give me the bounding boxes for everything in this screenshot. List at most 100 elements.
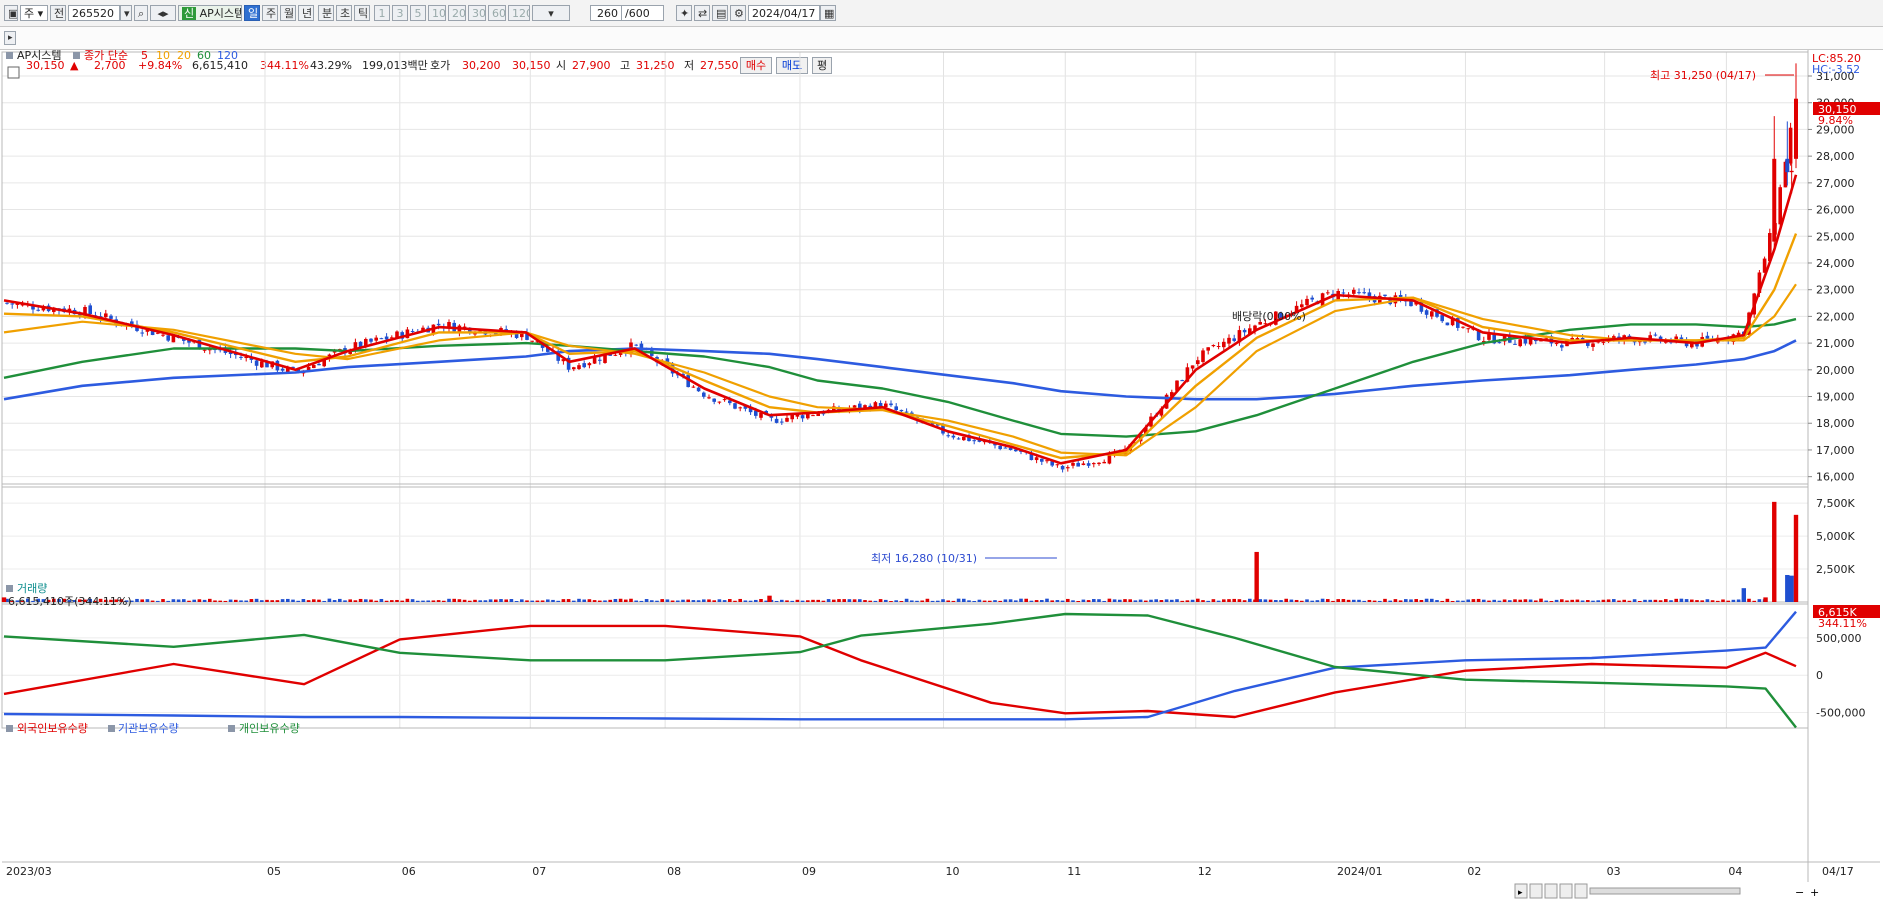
volume-bar — [1346, 599, 1351, 602]
scroll-prev-icon[interactable] — [1544, 883, 1558, 899]
candle-body — [1300, 304, 1304, 308]
gear-icon[interactable]: ⚙ — [730, 5, 746, 21]
candle-body — [530, 340, 534, 342]
x-tick-label: 03 — [1607, 865, 1621, 878]
volume-bar — [1414, 599, 1418, 602]
volume-bar — [202, 599, 207, 602]
tab-period-tick[interactable]: 틱 — [354, 5, 370, 21]
code-dropdown-icon[interactable]: ▾ — [120, 5, 132, 21]
search-icon[interactable]: ⌕ — [134, 5, 148, 21]
tab-period-week[interactable]: 주 — [262, 5, 278, 21]
prev-next-icon[interactable]: ◂▸ — [150, 5, 176, 21]
market-select[interactable]: 주 ▾ — [20, 5, 48, 21]
volume-bar — [395, 599, 399, 602]
price-tick-label: 26,000 — [1816, 204, 1855, 217]
volume-bar — [1003, 599, 1008, 602]
volume-bar — [1606, 599, 1611, 602]
tab-period-day[interactable]: 일 — [244, 5, 260, 21]
interval-120[interactable]: 120 — [508, 5, 530, 21]
volume-bar — [239, 600, 243, 602]
chart-grid — [2, 52, 1808, 728]
volume-bar — [624, 599, 628, 602]
volume-bar — [1388, 600, 1392, 602]
max-note: 최고 31,250 (04/17) — [1650, 69, 1756, 82]
volume-bar — [525, 600, 529, 602]
volume-bar — [452, 598, 456, 602]
interval-3[interactable]: 3 — [392, 5, 408, 21]
candle-body — [894, 406, 898, 411]
date-input[interactable]: 2024/04/17 — [748, 5, 820, 21]
volume-bar — [670, 600, 675, 602]
candle-body — [260, 361, 264, 368]
volume-bar — [889, 601, 893, 602]
x-tick-label: 04 — [1728, 865, 1742, 878]
volume-bar — [962, 598, 966, 602]
candle-body — [1055, 464, 1060, 466]
interval-5[interactable]: 5 — [410, 5, 426, 21]
candle-body — [1305, 298, 1309, 306]
candle-body — [587, 363, 592, 366]
layout-icon[interactable]: ▣ — [4, 5, 18, 21]
scroll-next-icon[interactable] — [1574, 883, 1588, 899]
volume-bar — [1383, 598, 1387, 602]
volume-bar — [1721, 599, 1725, 602]
panel-frame — [1, 483, 1809, 605]
candle-body — [712, 398, 716, 402]
stock-name-box[interactable]: 신 AP시스템 — [178, 5, 242, 21]
interval-1[interactable]: 1 — [374, 5, 390, 21]
compare-icon[interactable]: ⇄ — [694, 5, 710, 21]
tab-period-second[interactable]: 초 — [336, 5, 352, 21]
volume-bar — [462, 599, 467, 602]
volume-bar — [338, 598, 342, 602]
scroll-stop-icon[interactable] — [1559, 883, 1573, 899]
hc-label: HC:-3.52 — [1812, 63, 1860, 76]
calendar-icon[interactable]: ▦ — [820, 5, 836, 21]
tab-period-minute[interactable]: 분 — [318, 5, 334, 21]
scroll-first-icon[interactable] — [1529, 883, 1543, 899]
zoom-slider[interactable] — [1589, 887, 1741, 895]
candle-body — [899, 409, 904, 412]
panel-frame — [1, 601, 1809, 729]
candle-body — [161, 334, 165, 336]
panel-settings-icon[interactable] — [7, 66, 20, 79]
price-tick-label: 25,000 — [1816, 230, 1855, 243]
volume-bar — [1362, 600, 1366, 602]
volume-bar — [254, 598, 259, 602]
interval-custom-dropdown[interactable]: ▾ — [532, 5, 570, 21]
save-icon[interactable]: ▤ — [712, 5, 728, 21]
scroll-left-glyph: ▸ — [1518, 888, 1523, 898]
interval-10[interactable]: 10 — [428, 5, 446, 21]
zoom-minus-icon[interactable]: − — [1795, 886, 1804, 899]
volume-bar — [1237, 599, 1242, 602]
volume-bar — [717, 599, 722, 602]
volume-bar — [1242, 600, 1247, 602]
volume-bar — [166, 600, 170, 602]
volume-bar — [618, 598, 623, 602]
candle-body — [410, 331, 415, 333]
count-input[interactable]: 260 — [590, 5, 622, 21]
x-tick-label: 2024/01 — [1337, 865, 1383, 878]
interval-20[interactable]: 20 — [448, 5, 466, 21]
volume-bar — [561, 599, 566, 602]
jeon-button[interactable]: 전 — [50, 5, 66, 21]
volume-bar — [946, 600, 950, 602]
code-input[interactable]: 265520 — [68, 5, 120, 21]
interval-30[interactable]: 30 — [468, 5, 486, 21]
legend-individual: 개인보유수량 — [239, 722, 300, 735]
volume-bar — [1175, 599, 1179, 602]
stock-chart[interactable]: 2023/03 05 06 07 08 09 10 11 12 2024/01 02 03 04 04/1… — [0, 50, 1883, 904]
volume-bar — [1409, 599, 1413, 602]
volume-bar — [1170, 599, 1174, 602]
volume-bar — [816, 599, 820, 602]
interval-60[interactable]: 60 — [488, 5, 506, 21]
volume-bar — [1476, 598, 1481, 602]
scroll-controls[interactable]: ▸ − + — [1514, 883, 1819, 899]
candle-body — [1466, 328, 1470, 330]
tab-period-year[interactable]: 년 — [298, 5, 314, 21]
tab-period-month[interactable]: 월 — [280, 5, 296, 21]
quote-collapse-icon[interactable]: ▸ — [4, 31, 16, 45]
volume-bar — [1705, 599, 1710, 602]
chart-tool-icon[interactable]: ✦ — [676, 5, 692, 21]
volume-bar — [1596, 600, 1600, 602]
zoom-plus-icon[interactable]: + — [1810, 886, 1819, 899]
